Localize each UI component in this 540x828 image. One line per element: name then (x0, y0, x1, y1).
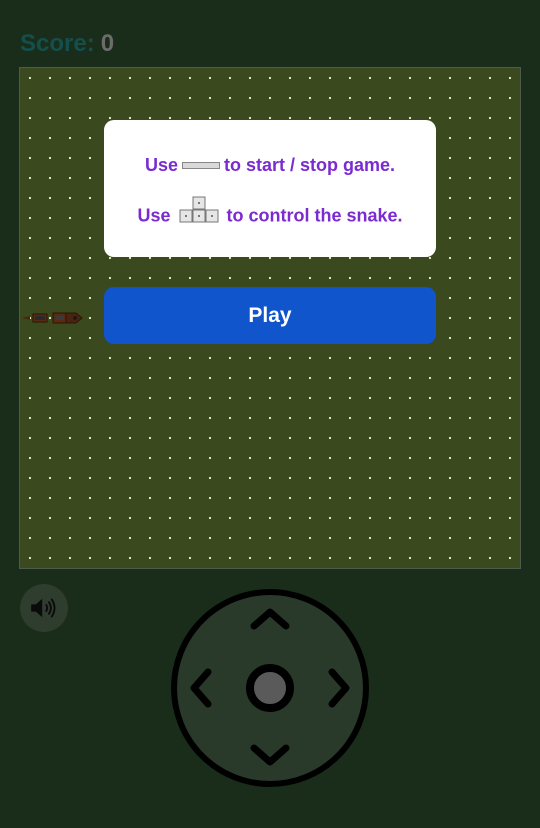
help-line1-prefix: Use (144, 154, 178, 175)
help-dialog: Use to start / stop game. Use to control … (104, 120, 436, 257)
speaker-icon (31, 598, 56, 618)
direction-pad[interactable] (170, 588, 370, 788)
score-display: Score: 0 (20, 30, 114, 58)
help-line-controls: Use to control the snake. (104, 196, 436, 230)
help-line-start-stop: Use to start / stop game. (104, 154, 436, 176)
sound-toggle-button[interactable] (20, 584, 68, 632)
help-line2-suffix: to control the snake. (226, 205, 403, 226)
snake (22, 312, 83, 324)
help-line1-suffix: to start / stop game. (224, 154, 396, 175)
play-button[interactable]: Play (104, 287, 436, 344)
score-label: Score: (20, 30, 95, 57)
help-line2-prefix: Use (137, 205, 171, 226)
spacebar-icon (182, 161, 220, 169)
arrow-keys-icon (179, 196, 218, 223)
center-circle-icon[interactable] (246, 664, 294, 712)
score-value: 0 (100, 30, 115, 57)
